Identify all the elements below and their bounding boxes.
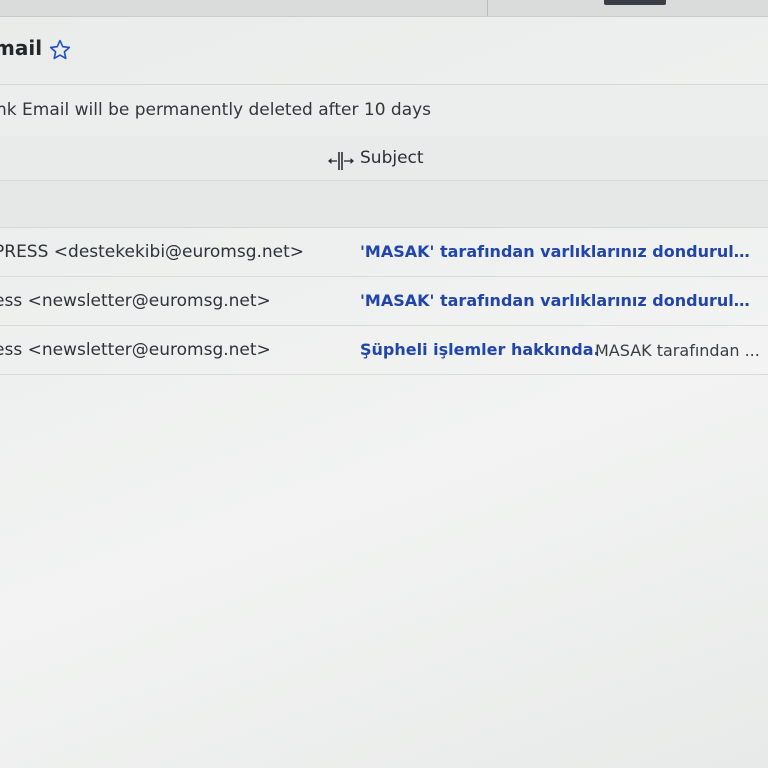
column-resize-icon[interactable] [327, 150, 355, 172]
message-row[interactable]: ess <newsletter@euromsg.net> Şüpheli işl… [0, 326, 768, 375]
toolbar-divider [487, 0, 488, 16]
message-group-band [0, 181, 768, 228]
message-subject: 'MASAK' tarafından varlıklarınız donduru… [360, 242, 754, 261]
folder-title: mail [0, 36, 43, 60]
subject-column-header[interactable]: Subject [360, 148, 424, 168]
column-header-row: Subject [0, 136, 768, 181]
message-list: PRESS <destekekibi@euromsg.net> 'MASAK' … [0, 228, 768, 375]
message-sender: PRESS <destekekibi@euromsg.net> [0, 242, 305, 262]
top-toolbar-strip [0, 0, 768, 17]
message-sender: ess <newsletter@euromsg.net> [0, 291, 271, 311]
message-sender: ess <newsletter@euromsg.net> [0, 340, 271, 360]
star-outline-icon[interactable] [48, 38, 72, 62]
junk-mail-view: mail nk Email will be permanently delete… [0, 0, 768, 768]
message-subject: 'MASAK' tarafından varlıklarınız donduru… [360, 291, 754, 310]
toolbar-control[interactable] [604, 0, 666, 5]
retention-notice-text: nk Email will be permanently deleted aft… [0, 100, 432, 120]
retention-notice-bar: nk Email will be permanently deleted aft… [0, 84, 768, 138]
message-subject: Şüpheli işlemler hakkında. [360, 340, 600, 359]
message-row[interactable]: PRESS <destekekibi@euromsg.net> 'MASAK' … [0, 228, 768, 277]
folder-header: mail [0, 30, 768, 70]
message-preview: MASAK tarafından ... [595, 341, 760, 360]
message-row[interactable]: ess <newsletter@euromsg.net> 'MASAK' tar… [0, 277, 768, 326]
